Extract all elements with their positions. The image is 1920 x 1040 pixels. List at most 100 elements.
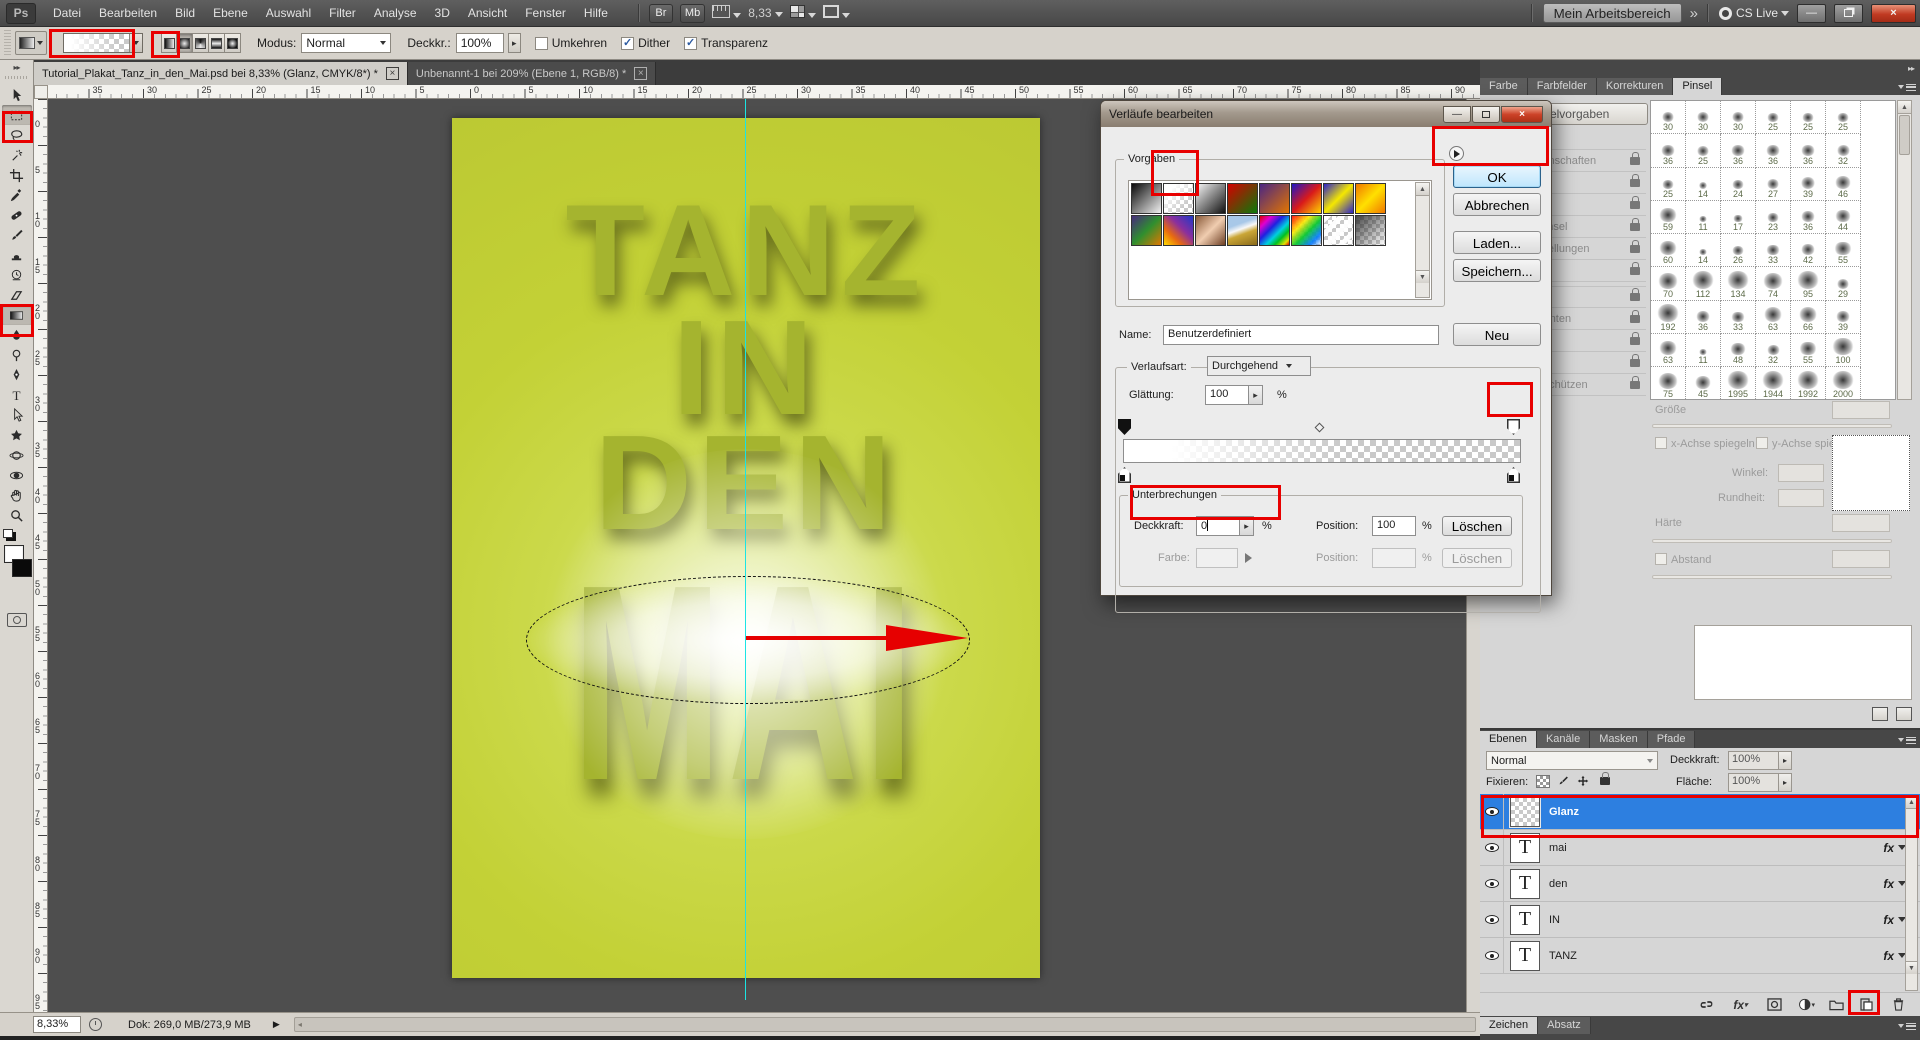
tool-gradient[interactable] bbox=[2, 305, 32, 325]
tool-magic-wand[interactable] bbox=[2, 145, 32, 165]
layer-styles-icon[interactable]: fx▾ bbox=[1732, 997, 1749, 1012]
brush-preset[interactable]: 25 bbox=[1826, 101, 1861, 134]
new-layer-icon[interactable] bbox=[1858, 997, 1875, 1012]
tool-clone-stamp[interactable] bbox=[2, 245, 32, 265]
brush-preset[interactable]: 25 bbox=[1791, 101, 1826, 134]
groesse-slider[interactable] bbox=[1652, 424, 1892, 428]
scroll-up-icon[interactable]: ▲ bbox=[1898, 101, 1911, 114]
brush-preset[interactable]: 48 bbox=[1721, 334, 1756, 367]
mini-bridge-button[interactable]: Mb bbox=[680, 4, 705, 23]
toggle-preview-icon[interactable] bbox=[1872, 707, 1888, 721]
brush-preset[interactable]: 36 bbox=[1686, 301, 1721, 334]
tool-eraser[interactable] bbox=[2, 285, 32, 305]
delete-layer-icon[interactable] bbox=[1890, 997, 1907, 1012]
panel-menu-icon[interactable] bbox=[1898, 735, 1916, 745]
dialog-maximize-button[interactable] bbox=[1472, 106, 1500, 123]
brush-preset[interactable]: 1944 bbox=[1756, 367, 1791, 400]
checkbox-transparenz[interactable]: ✓Transparenz bbox=[684, 36, 768, 50]
brush-preset[interactable]: 192 bbox=[1651, 301, 1686, 334]
neu-button[interactable]: Neu bbox=[1453, 323, 1541, 346]
brush-preset[interactable]: 14 bbox=[1686, 234, 1721, 267]
scroll-up-icon[interactable]: ▲ bbox=[1906, 796, 1917, 809]
close-tab-icon[interactable]: × bbox=[386, 67, 399, 80]
tab-farbe[interactable]: Farbe bbox=[1480, 78, 1528, 95]
haerte-field[interactable] bbox=[1832, 514, 1890, 532]
reflected-gradient-button[interactable] bbox=[209, 33, 225, 53]
brush-preset[interactable]: 59 bbox=[1651, 201, 1686, 234]
brush-preset[interactable]: 11 bbox=[1686, 334, 1721, 367]
brush-preset[interactable]: 2000 bbox=[1826, 367, 1861, 400]
brush-preset[interactable]: 100 bbox=[1826, 334, 1861, 367]
brush-preset[interactable]: 30 bbox=[1686, 101, 1721, 134]
stop-position-field[interactable]: 100 bbox=[1372, 516, 1416, 536]
rundheit-field[interactable] bbox=[1778, 489, 1824, 507]
layer-fill-field[interactable]: 100%▸ bbox=[1728, 773, 1792, 792]
restore-button[interactable] bbox=[1834, 4, 1863, 23]
gradient-swatch-yellow-violet-orange-blue[interactable] bbox=[1163, 215, 1194, 246]
brush-preset[interactable]: 74 bbox=[1756, 267, 1791, 300]
gradient-swatch-violet-green-orange[interactable] bbox=[1131, 215, 1162, 246]
layer-fx-badge[interactable]: fx bbox=[1883, 913, 1894, 927]
brush-preset[interactable]: 23 bbox=[1756, 201, 1791, 234]
brush-preset[interactable]: 32 bbox=[1826, 134, 1861, 167]
zoom-level-button[interactable]: 8,33 bbox=[748, 6, 782, 20]
loeschen-opacity-button[interactable]: Löschen bbox=[1442, 516, 1512, 536]
layer-thumbnail[interactable]: T bbox=[1510, 941, 1540, 971]
layer-mask-icon[interactable] bbox=[1766, 997, 1783, 1012]
gradient-swatch-fg-to-transparent[interactable] bbox=[1163, 183, 1194, 214]
layer-thumbnail[interactable]: T bbox=[1510, 905, 1540, 935]
lock-paint-icon[interactable] bbox=[1556, 775, 1570, 788]
abstand-field[interactable] bbox=[1832, 550, 1890, 568]
dialog-minimize-button[interactable]: — bbox=[1443, 106, 1471, 123]
brush-preset[interactable]: 32 bbox=[1756, 334, 1791, 367]
checkbox-dither[interactable]: ✓Dither bbox=[621, 36, 670, 50]
checkbox-umkehren[interactable]: Umkehren bbox=[535, 36, 607, 50]
brush-preset[interactable]: 66 bbox=[1791, 301, 1826, 334]
stop-position-field-2[interactable] bbox=[1372, 548, 1416, 568]
winkel-field[interactable] bbox=[1778, 464, 1824, 482]
brush-preset[interactable]: 75 bbox=[1651, 367, 1686, 400]
bridge-button[interactable]: Br bbox=[649, 4, 673, 23]
tab-korrekturen[interactable]: Korrekturen bbox=[1597, 78, 1673, 95]
layer-opacity-field[interactable]: 100%▸ bbox=[1728, 751, 1792, 770]
layer-fx-badge[interactable]: fx bbox=[1883, 877, 1894, 891]
glaettung-field[interactable]: 100▸ bbox=[1205, 385, 1263, 405]
opacity-stepper[interactable]: ▸ bbox=[508, 33, 521, 53]
gradient-swatch-violet-orange[interactable] bbox=[1259, 183, 1290, 214]
menu-filter[interactable]: Filter bbox=[320, 0, 365, 26]
brush-grid-scrollbar[interactable]: ▲ bbox=[1897, 100, 1912, 400]
dialog-close-button[interactable]: × bbox=[1501, 106, 1543, 123]
collapse-chevrons-icon[interactable]: ▸▸ bbox=[0, 60, 33, 72]
tool-3d-rotate[interactable] bbox=[2, 445, 32, 465]
gradient-swatch-blue-yellow-blue[interactable] bbox=[1323, 183, 1354, 214]
tool-eyedropper[interactable] bbox=[2, 185, 32, 205]
menu-bild[interactable]: Bild bbox=[166, 0, 204, 26]
abstand-slider[interactable] bbox=[1652, 575, 1892, 579]
arrange-documents-button[interactable] bbox=[790, 5, 816, 21]
layer-row-glanz[interactable]: Glanz bbox=[1480, 794, 1920, 830]
gradient-edit-bar[interactable] bbox=[1123, 439, 1521, 463]
layer-thumbnail[interactable]: T bbox=[1510, 869, 1540, 899]
menu-analyse[interactable]: Analyse bbox=[365, 0, 426, 26]
menu-bearbeiten[interactable]: Bearbeiten bbox=[90, 0, 166, 26]
brush-preset[interactable]: 14 bbox=[1686, 168, 1721, 201]
gradient-preview-picker[interactable] bbox=[63, 33, 143, 53]
tab-absatz[interactable]: Absatz bbox=[1538, 1017, 1591, 1034]
layer-row-tanz[interactable]: TTANZfx bbox=[1480, 938, 1920, 974]
brush-preset[interactable]: 30 bbox=[1721, 101, 1756, 134]
new-brush-icon[interactable] bbox=[1896, 707, 1912, 721]
status-options-arrow[interactable]: ▶ bbox=[273, 1019, 280, 1030]
gradient-editor-dialog[interactable]: Verläufe bearbeiten — × Vorgaben ▲ ▼ OK … bbox=[1100, 100, 1552, 596]
close-button[interactable]: × bbox=[1871, 4, 1916, 23]
view-extras-button[interactable] bbox=[712, 5, 741, 21]
gradient-swatch-copper[interactable] bbox=[1195, 215, 1226, 246]
minimize-button[interactable]: — bbox=[1797, 4, 1826, 23]
brush-preset[interactable]: 26 bbox=[1721, 234, 1756, 267]
layer-fx-badge[interactable]: fx bbox=[1883, 841, 1894, 855]
adjustment-layer-icon[interactable]: ▾ bbox=[1798, 997, 1815, 1012]
brush-preset[interactable]: 39 bbox=[1791, 168, 1826, 201]
color-picker-arrow[interactable] bbox=[1240, 548, 1256, 568]
visibility-toggle[interactable] bbox=[1480, 794, 1504, 830]
layer-thumbnail[interactable] bbox=[1510, 797, 1540, 827]
visibility-toggle[interactable] bbox=[1480, 866, 1504, 902]
